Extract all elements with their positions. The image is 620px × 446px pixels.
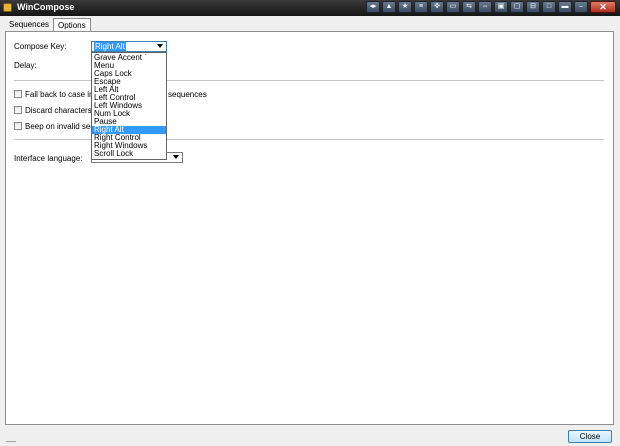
chevron-down-icon [157, 44, 163, 48]
dropdown-item[interactable]: Grave Accent ` [92, 54, 166, 62]
dropdown-item[interactable]: Left Windows [92, 102, 166, 110]
tab-sequences[interactable]: Sequences [5, 18, 53, 32]
delay-label: Delay: [14, 61, 37, 70]
dropdown-item[interactable]: Left Control [92, 94, 166, 102]
titlebar-tool-icon[interactable]: ⇔ [478, 1, 492, 13]
resize-grip[interactable] [6, 441, 16, 446]
fallback-label-suffix: sequences [168, 90, 207, 99]
dropdown-item[interactable]: Menu [92, 62, 166, 70]
compose-key-label: Compose Key: [14, 42, 67, 51]
titlebar-tool-icon[interactable]: □ [542, 1, 556, 13]
titlebar-tool-icon[interactable]: ▲ [382, 1, 396, 13]
dropdown-item[interactable]: Caps Lock [92, 70, 166, 78]
compose-key-dropdown-list: Grave Accent ` Menu Caps Lock Escape Lef… [91, 52, 167, 160]
dropdown-item[interactable]: Num Lock [92, 110, 166, 118]
maximize-button[interactable]: – [574, 1, 588, 13]
title-bar[interactable]: WinCompose ◂▸ ▲ ★ ≡ ✜ ▭ ⇆ ⇔ ▣ ▢ ⊟ □ ▬ – … [0, 0, 620, 16]
dropdown-item[interactable]: Scroll Lock [92, 150, 166, 158]
titlebar-tool-icon[interactable]: ⊟ [526, 1, 540, 13]
minimize-button[interactable]: ▬ [558, 1, 572, 13]
titlebar-tool-icon[interactable]: ✜ [430, 1, 444, 13]
titlebar-tool-icon[interactable]: ▢ [510, 1, 524, 13]
close-button[interactable]: Close [568, 430, 612, 443]
compose-key-select[interactable]: Right Alt [91, 41, 167, 52]
titlebar-tool-icon[interactable]: ▣ [494, 1, 508, 13]
tab-strip: Sequences Options [5, 18, 91, 33]
chevron-down-icon [173, 155, 179, 159]
discard-checkbox[interactable] [14, 106, 22, 114]
dropdown-item-selected[interactable]: Right Alt [92, 126, 166, 134]
window-title: WinCompose [17, 2, 75, 12]
titlebar-tool-icon[interactable]: ▭ [446, 1, 460, 13]
dropdown-item[interactable]: Pause [92, 118, 166, 126]
compose-key-value: Right Alt [94, 42, 126, 51]
beep-checkbox[interactable] [14, 122, 22, 130]
dropdown-item[interactable]: Left Alt [92, 86, 166, 94]
options-panel: Compose Key: Right Alt Delay: Fall back … [5, 31, 614, 425]
title-bar-buttons: ◂▸ ▲ ★ ≡ ✜ ▭ ⇆ ⇔ ▣ ▢ ⊟ □ ▬ – ✕ [366, 1, 616, 13]
dropdown-item[interactable]: Right Control [92, 134, 166, 142]
interface-language-label: Interface language: [14, 154, 83, 163]
titlebar-tool-icon[interactable]: ◂▸ [366, 1, 380, 13]
dropdown-item[interactable]: Escape [92, 78, 166, 86]
dropdown-item[interactable]: Right Windows [92, 142, 166, 150]
fallback-checkbox[interactable] [14, 90, 22, 98]
close-window-button[interactable]: ✕ [590, 1, 616, 13]
titlebar-tool-icon[interactable]: ≡ [414, 1, 428, 13]
titlebar-tool-icon[interactable]: ⇆ [462, 1, 476, 13]
app-icon [3, 3, 12, 12]
titlebar-star-icon[interactable]: ★ [398, 1, 412, 13]
